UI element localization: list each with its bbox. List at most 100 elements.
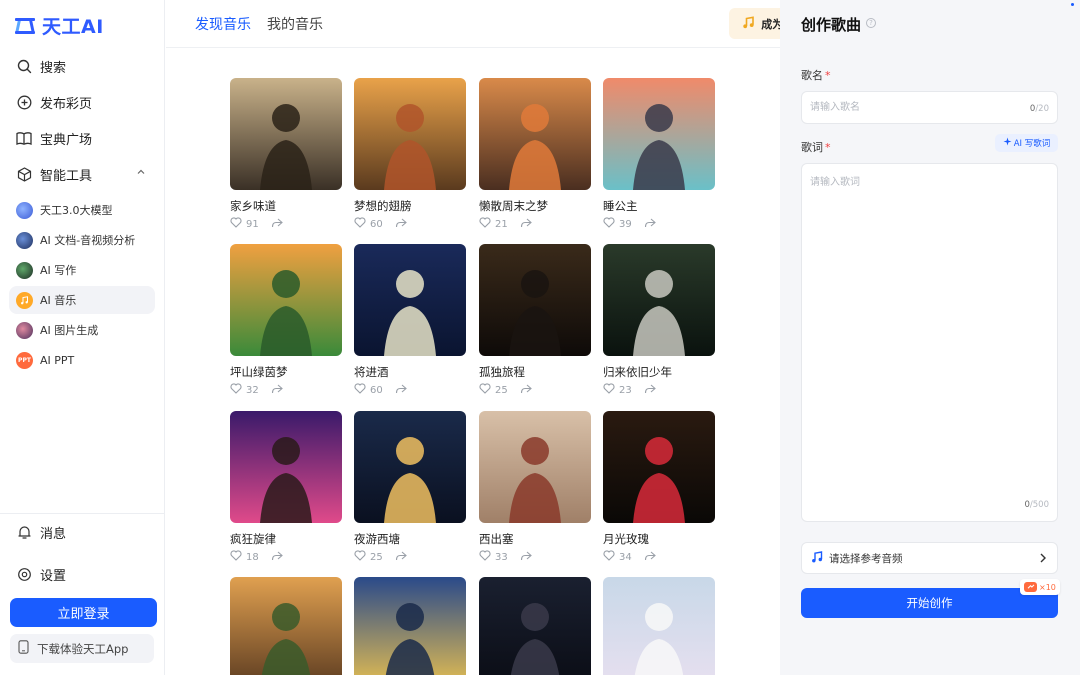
download-app-button[interactable]: 下载体验天工App [10, 634, 154, 663]
like-count: 18 [246, 552, 259, 563]
help-icon[interactable]: ? [866, 18, 876, 28]
song-cover-image[interactable] [479, 244, 591, 356]
tab-my-music[interactable]: 我的音乐 [267, 14, 323, 34]
share-icon[interactable] [395, 218, 407, 231]
reference-audio-select[interactable]: 请选择参考音频 [801, 542, 1058, 574]
sidebar-item-messages[interactable]: 消息 [16, 521, 66, 543]
heart-icon[interactable] [603, 550, 615, 564]
heart-icon[interactable] [354, 550, 366, 564]
panel-title: 创作歌曲 [801, 14, 861, 35]
heart-icon[interactable] [230, 550, 242, 564]
heart-icon[interactable] [479, 383, 491, 397]
song-cover-image[interactable] [354, 78, 466, 190]
song-meta: 21 [479, 217, 591, 231]
sidebar-item-label: 设置 [40, 565, 66, 584]
lyrics-textarea[interactable] [802, 164, 1052, 494]
song-cover-image[interactable] [603, 577, 715, 675]
sparkle-icon [1003, 137, 1012, 149]
song-cover-image[interactable] [230, 577, 342, 675]
song-name-label-text: 歌名 [801, 69, 823, 82]
song-cover-image[interactable] [603, 411, 715, 523]
lyrics-field[interactable]: 0/500 [801, 163, 1058, 522]
song-card[interactable]: 孤独旅程25 [479, 244, 591, 397]
heart-icon[interactable] [603, 217, 615, 231]
song-cover-image[interactable] [603, 244, 715, 356]
song-card[interactable]: 月光玫瑰34 [603, 411, 715, 564]
logo-icon [14, 15, 36, 37]
tool-item-tiangong-model[interactable]: 天工3.0大模型 [9, 196, 155, 224]
heart-icon[interactable] [230, 217, 242, 231]
song-card[interactable] [230, 577, 342, 675]
song-meta: 91 [230, 217, 342, 231]
sidebar-item-search[interactable]: 搜索 [16, 55, 66, 77]
sidebar-item-label: 宝典广场 [40, 129, 92, 148]
heart-icon[interactable] [354, 217, 366, 231]
song-card[interactable]: 坪山绿茵梦32 [230, 244, 342, 397]
song-cover-image[interactable] [354, 244, 466, 356]
like-count: 25 [495, 385, 508, 396]
share-icon[interactable] [271, 551, 283, 564]
song-name-field[interactable]: 0/20 [801, 91, 1058, 124]
song-cover-image[interactable] [354, 411, 466, 523]
song-card[interactable] [354, 577, 466, 675]
tool-item-ai-image[interactable]: AI 图片生成 [9, 316, 155, 344]
tool-item-ai-music[interactable]: AI 音乐 [9, 286, 155, 314]
song-card[interactable]: 睡公主39 [603, 78, 715, 231]
lyrics-counter: 0/500 [1024, 500, 1049, 510]
sidebar-item-guide-plaza[interactable]: 宝典广场 [16, 127, 92, 149]
song-card[interactable]: 疯狂旋律 18 [230, 411, 342, 564]
song-card[interactable]: 归来依旧少年23 [603, 244, 715, 397]
heart-icon[interactable] [479, 550, 491, 564]
song-cover-image[interactable] [354, 577, 466, 675]
tool-item-ai-doc[interactable]: AI 文档-音视频分析 [9, 226, 155, 254]
song-card[interactable]: 懒散周末之梦21 [479, 78, 591, 231]
song-card[interactable] [479, 577, 591, 675]
song-card[interactable]: 夜游西塘25 [354, 411, 466, 564]
heart-icon[interactable] [230, 383, 242, 397]
share-icon[interactable] [644, 384, 656, 397]
song-cover-image[interactable] [603, 78, 715, 190]
song-title: 家乡味道 [230, 199, 342, 213]
share-icon[interactable] [520, 218, 532, 231]
song-cover-image[interactable] [230, 411, 342, 523]
share-icon[interactable] [271, 218, 283, 231]
logo[interactable]: 天工AI [14, 12, 104, 39]
heart-icon[interactable] [479, 217, 491, 231]
song-card[interactable] [603, 577, 715, 675]
song-card[interactable]: 将进酒60 [354, 244, 466, 397]
book-icon [16, 130, 32, 146]
share-icon[interactable] [520, 551, 532, 564]
song-cover-image[interactable] [479, 411, 591, 523]
share-icon[interactable] [395, 384, 407, 397]
song-cover-image[interactable] [230, 78, 342, 190]
song-cover-image[interactable] [479, 577, 591, 675]
plus-circle-icon [16, 94, 32, 110]
share-icon[interactable] [271, 384, 283, 397]
share-icon[interactable] [644, 551, 656, 564]
song-cover-image[interactable] [230, 244, 342, 356]
share-icon[interactable] [520, 384, 532, 397]
tool-item-ai-write[interactable]: AI 写作 [9, 256, 155, 284]
sidebar-item-settings[interactable]: 设置 [16, 563, 66, 585]
login-button[interactable]: 立即登录 [10, 598, 157, 627]
song-title: 疯狂旋律 [230, 532, 342, 546]
sidebar-item-smart-tools[interactable]: 智能工具 [16, 163, 156, 185]
chevron-up-icon[interactable] [136, 166, 146, 181]
image-avatar-icon [16, 322, 33, 339]
heart-icon[interactable] [603, 383, 615, 397]
like-count: 91 [246, 219, 259, 230]
song-card[interactable]: 西出塞33 [479, 411, 591, 564]
heart-icon[interactable] [354, 383, 366, 397]
song-name-input[interactable] [802, 92, 1012, 123]
ai-write-lyrics-button[interactable]: AI 写歌词 [995, 134, 1058, 152]
share-icon[interactable] [644, 218, 656, 231]
tool-item-ai-ppt[interactable]: PPT AI PPT [9, 346, 155, 374]
song-card[interactable]: 梦想的翅膀60 [354, 78, 466, 231]
tab-discover-music[interactable]: 发现音乐 [195, 14, 251, 34]
sidebar-item-publish[interactable]: 发布彩页 [16, 91, 92, 113]
like-count: 39 [619, 219, 632, 230]
share-icon[interactable] [395, 551, 407, 564]
song-name-max: /20 [1035, 104, 1049, 114]
song-card[interactable]: 家乡味道 91 [230, 78, 342, 231]
song-cover-image[interactable] [479, 78, 591, 190]
